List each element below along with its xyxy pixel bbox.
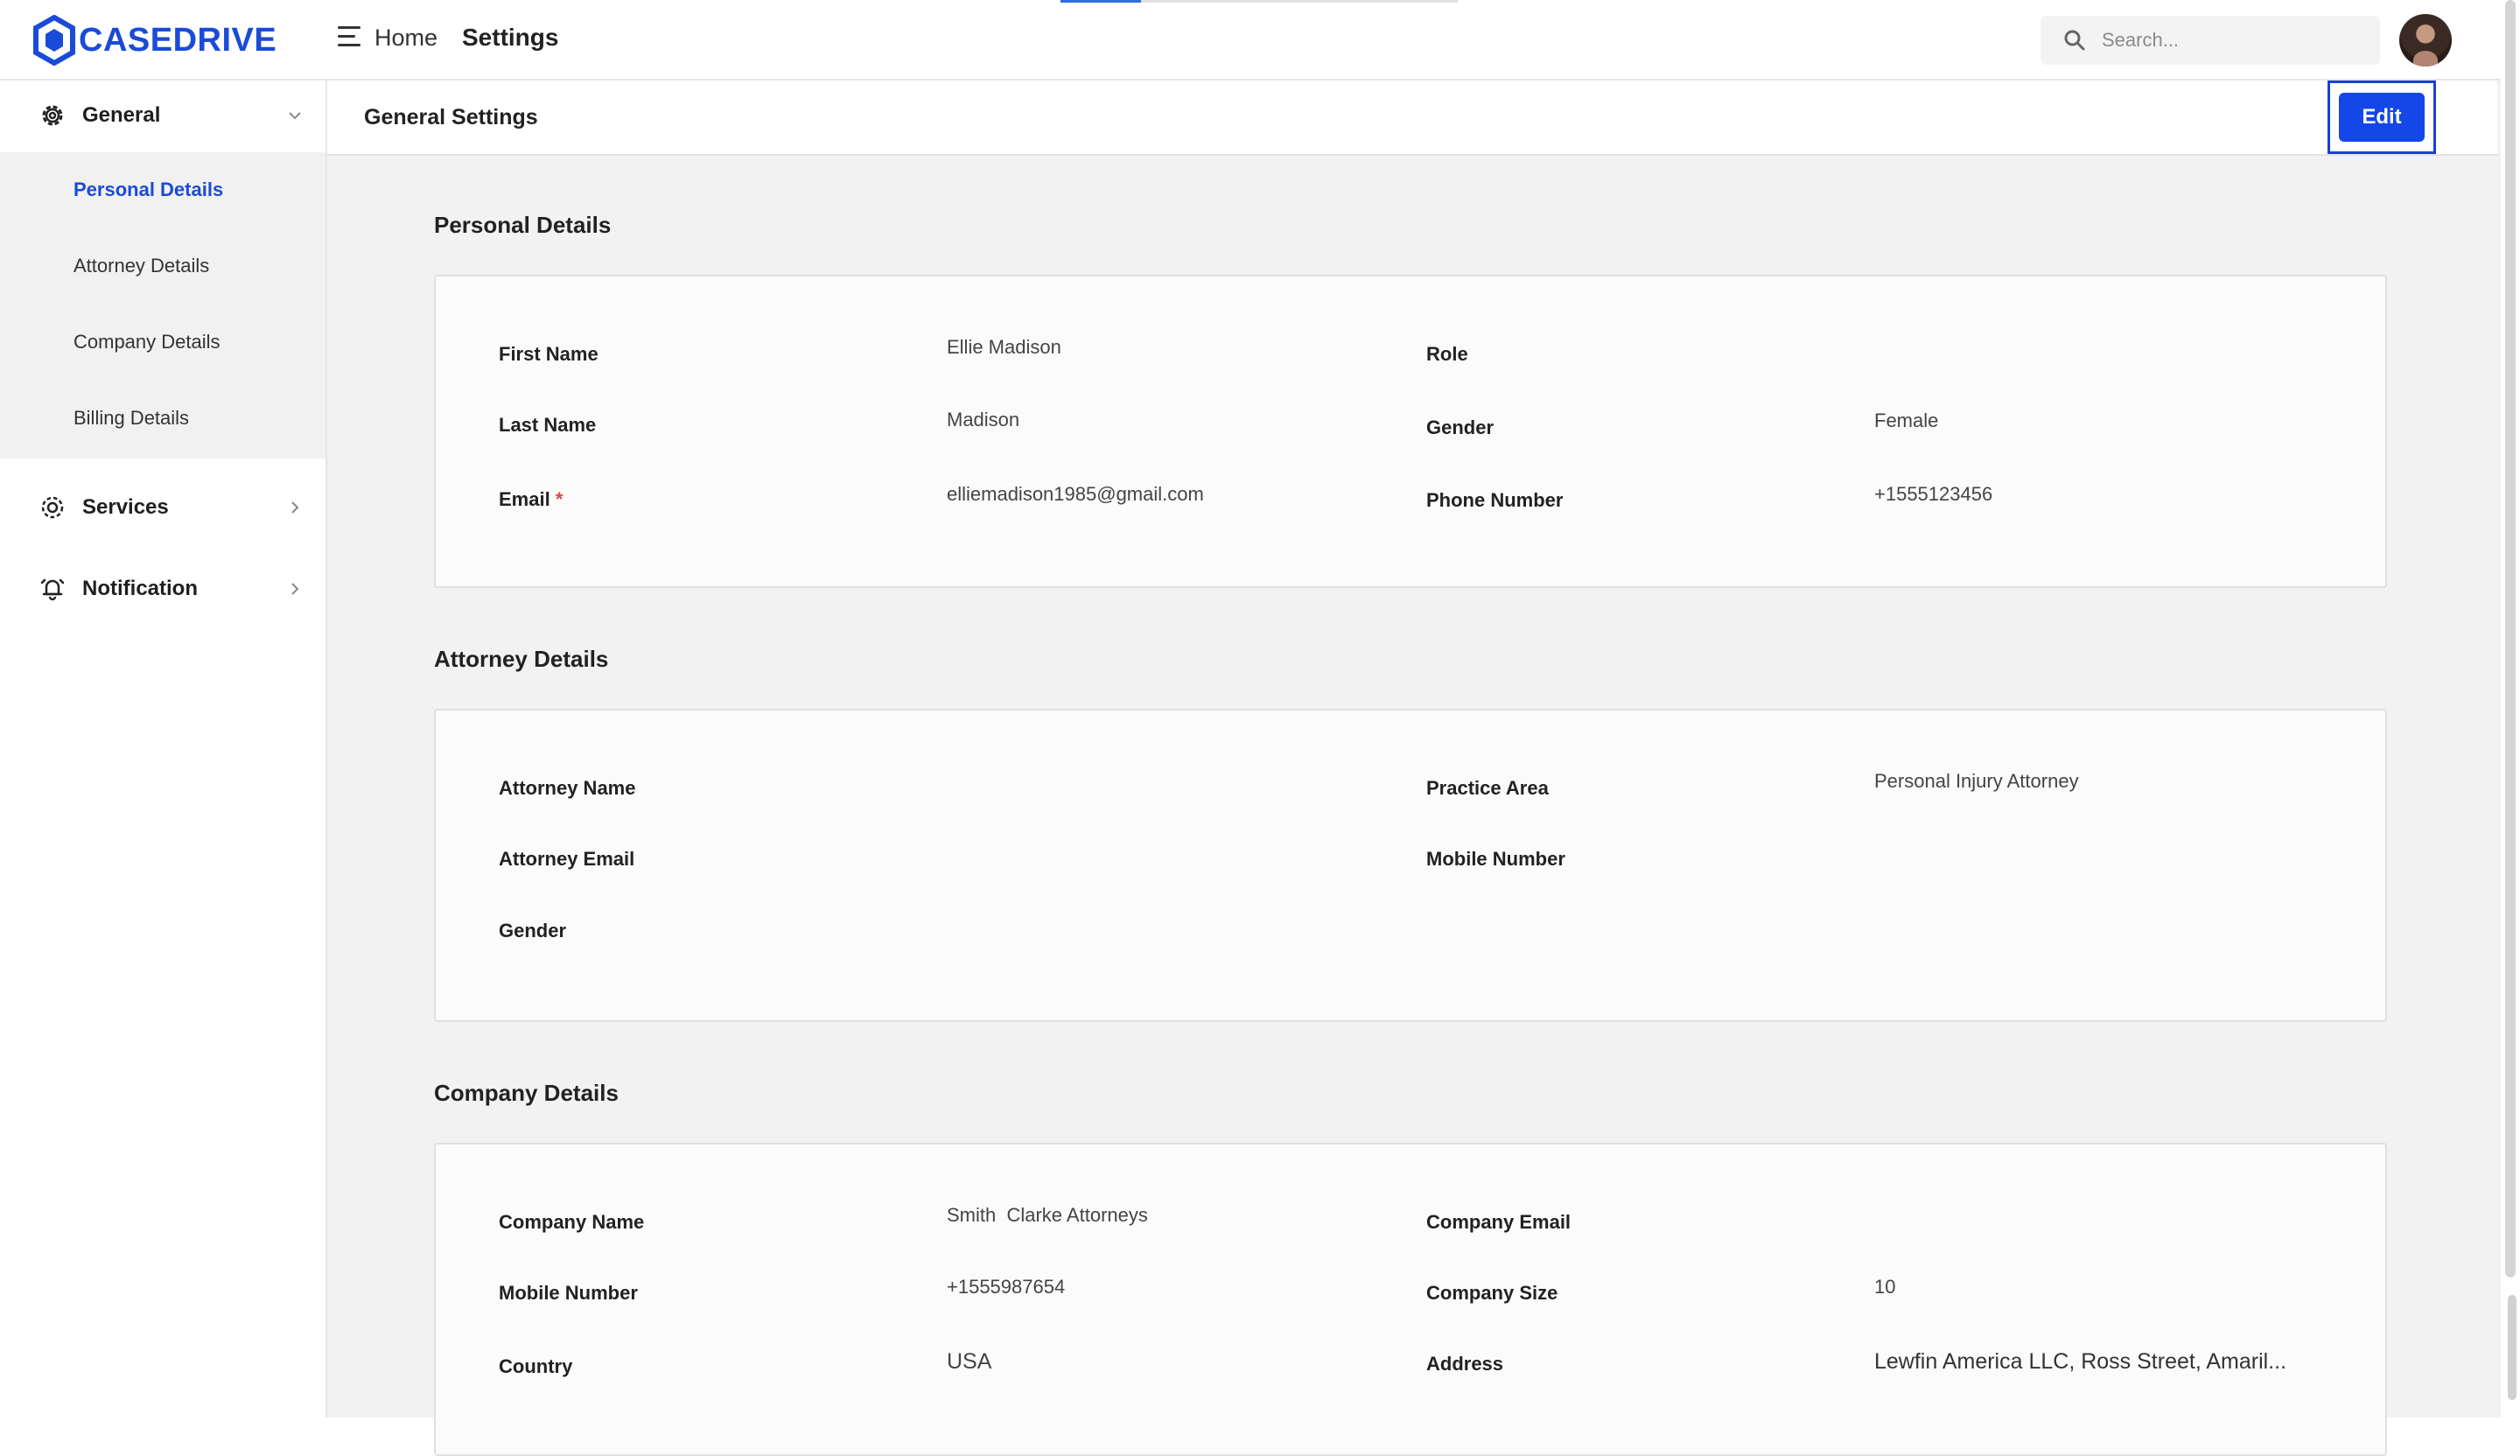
breadcrumb-current: Settings <box>462 24 559 51</box>
section-title-attorney: Attorney Details <box>434 646 609 672</box>
company-size-label: Company Size <box>1426 1282 1558 1304</box>
search-box[interactable] <box>2040 16 2380 65</box>
address-label: Address <box>1426 1353 1504 1375</box>
attorney-email-label: Attorney Email <box>499 848 635 870</box>
attorney-name-label: Attorney Name <box>499 777 636 799</box>
sidebar-subitem-attorney-details[interactable]: Attorney Details <box>74 255 209 277</box>
sidebar: General Personal Details Attorney Detail… <box>0 80 327 1418</box>
main-content: General Settings Edit Personal Details F… <box>327 80 2520 1456</box>
attorney-details-card: Attorney Name Practice Area Personal Inj… <box>434 709 2387 1022</box>
breadcrumb-home[interactable]: Home <box>374 24 438 52</box>
last-name-label: Last Name <box>499 414 597 436</box>
logo-text: CASEDRIVE <box>79 21 277 59</box>
attorney-gender-label: Gender <box>499 920 567 942</box>
top-bar: CASEDRIVE Home Settings <box>0 0 2520 80</box>
sidebar-subitem-billing-details[interactable]: Billing Details <box>74 407 189 430</box>
email-value: elliemadison1985@gmail.com <box>947 483 1204 505</box>
email-label-text: Email <box>499 488 550 510</box>
bell-icon <box>38 575 66 603</box>
logo-icon <box>33 15 75 66</box>
chevron-right-icon <box>285 579 304 598</box>
sidebar-item-label: Services <box>82 495 169 519</box>
company-email-label: Company Email <box>1426 1211 1572 1233</box>
first-name-label: First Name <box>499 343 598 365</box>
sidebar-item-general[interactable]: General <box>0 80 326 150</box>
sidebar-subitem-company-details[interactable]: Company Details <box>74 331 220 354</box>
window-scrollbar[interactable] <box>2501 0 2520 1418</box>
practice-area-label: Practice Area <box>1426 777 1549 799</box>
avatar[interactable] <box>2399 14 2452 66</box>
chevron-right-icon <box>285 498 304 517</box>
search-icon <box>2064 30 2085 51</box>
address-value: Lewfin America LLC, Ross Street, Amaril.… <box>1874 1349 2287 1374</box>
attorney-mobile-label: Mobile Number <box>1426 848 1565 870</box>
section-title-company: Company Details <box>434 1080 619 1106</box>
company-name-label: Company Name <box>499 1211 645 1233</box>
section-title-personal: Personal Details <box>434 212 612 238</box>
sidebar-item-label: Notification <box>82 577 198 600</box>
search-input[interactable] <box>2102 29 2364 52</box>
sidebar-subitem-personal-details[interactable]: Personal Details <box>74 178 223 201</box>
country-value: USA <box>947 1349 992 1374</box>
first-name-value: Ellie Madison <box>947 336 1061 358</box>
email-label: Email * <box>499 488 563 511</box>
phone-value: +1555123456 <box>1874 483 1993 505</box>
personal-details-card: First Name Ellie Madison Role Last Name … <box>434 275 2387 588</box>
sidebar-item-notification[interactable]: Notification <box>0 554 326 624</box>
last-name-value: Madison <box>947 409 1020 430</box>
phone-label: Phone Number <box>1426 489 1564 511</box>
hamburger-menu-icon[interactable] <box>338 26 364 52</box>
gear-icon <box>38 102 66 130</box>
page-header: General Settings <box>327 80 2497 156</box>
general-submenu: Personal Details Attorney Details Compan… <box>0 152 326 458</box>
company-mobile-value: +1555987654 <box>947 1276 1066 1298</box>
sidebar-item-label: General <box>82 103 161 127</box>
chevron-down-icon <box>285 106 304 125</box>
company-size-value: 10 <box>1874 1276 1896 1298</box>
edit-button[interactable]: Edit <box>2339 93 2425 142</box>
gender-label: Gender <box>1426 416 1494 438</box>
practice-area-value: Personal Injury Attorney <box>1874 770 2079 792</box>
logo[interactable]: CASEDRIVE <box>33 14 276 66</box>
company-details-card: Company Name Smith Clarke Attorneys Comp… <box>434 1143 2387 1456</box>
company-name-value: Smith Clarke Attorneys <box>947 1204 1148 1226</box>
page-title: General Settings <box>364 105 538 130</box>
sidebar-item-services[interactable]: Services <box>0 472 326 542</box>
settings-cog-icon <box>38 494 66 522</box>
country-label: Country <box>499 1355 573 1377</box>
company-mobile-label: Mobile Number <box>499 1282 638 1304</box>
gender-value: Female <box>1874 410 1939 431</box>
required-marker: * <box>555 488 564 510</box>
loading-indicator <box>1060 0 1458 3</box>
role-label: Role <box>1426 343 1468 365</box>
